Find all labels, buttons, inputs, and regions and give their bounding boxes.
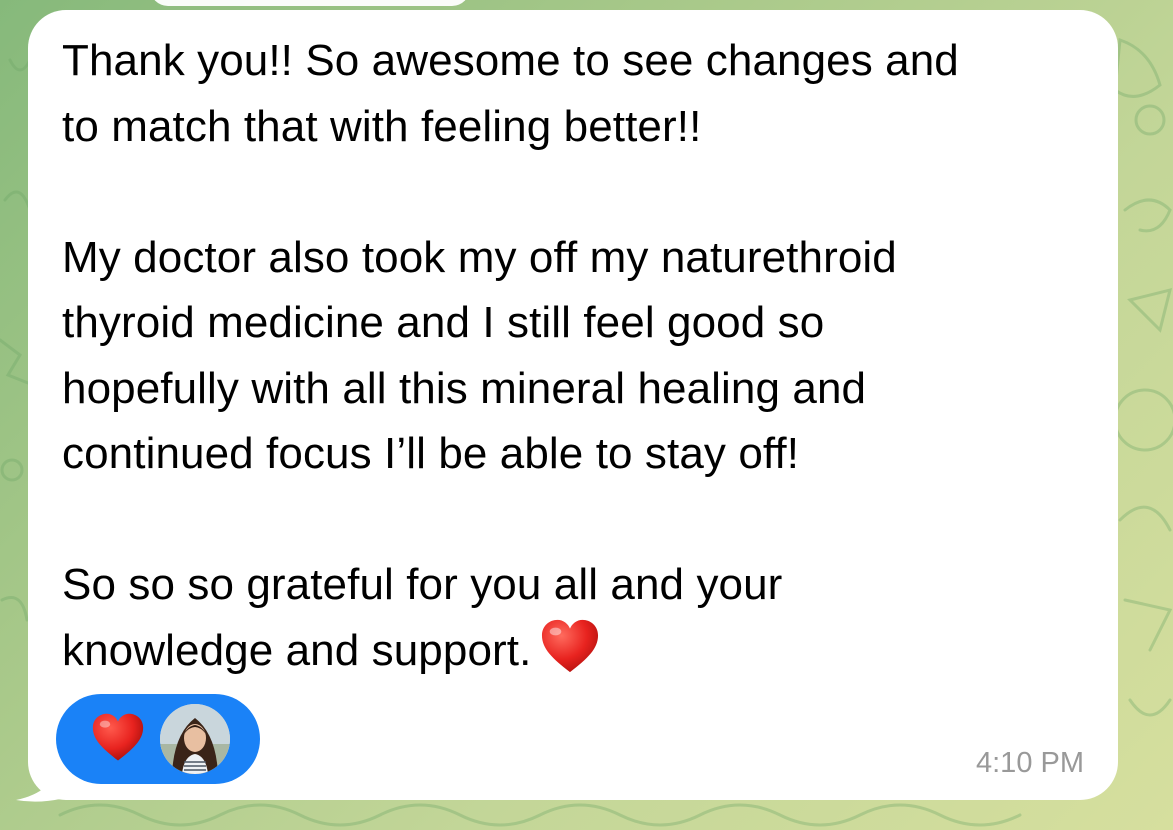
message-paragraph-2: My doctor also took my off my naturethro… <box>62 232 897 479</box>
reaction-pill[interactable] <box>56 694 260 784</box>
message-text: Thank you!! So awesome to see changes an… <box>62 28 1102 683</box>
message-timestamp: 4:10 PM <box>976 747 1084 779</box>
message-bubble[interactable]: Thank you!! So awesome to see changes an… <box>28 10 1118 800</box>
previous-message-bubble-edge <box>150 0 470 6</box>
heart-icon <box>92 713 144 761</box>
message-paragraph-1: Thank you!! So awesome to see changes an… <box>62 36 959 151</box>
message-paragraph-3: So so so grateful for you all and your k… <box>62 560 783 675</box>
avatar-photo <box>160 704 230 774</box>
heart-emoji-icon <box>542 619 599 673</box>
reactor-avatar[interactable] <box>160 704 230 774</box>
